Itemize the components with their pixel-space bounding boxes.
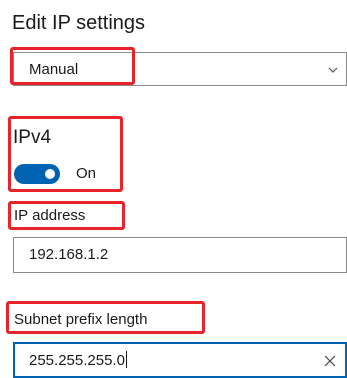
ipv4-section-title: IPv4 [13, 127, 52, 148]
subnet-prefix-value-wrap: 255.255.255.0 [29, 351, 127, 370]
chevron-down-icon [328, 67, 338, 73]
subnet-prefix-label: Subnet prefix length [14, 311, 148, 328]
subnet-prefix-value: 255.255.255.0 [29, 352, 125, 369]
ip-address-field[interactable]: 192.168.1.2 [13, 237, 347, 273]
ipv4-toggle-state: On [76, 165, 97, 182]
close-icon[interactable] [321, 352, 339, 370]
subnet-prefix-field[interactable]: 255.255.255.0 [13, 342, 347, 378]
ip-assignment-select[interactable]: Manual [13, 52, 347, 86]
ipv4-toggle[interactable] [14, 164, 60, 184]
ip-address-label: IP address [14, 207, 86, 224]
ip-address-value: 192.168.1.2 [29, 246, 109, 263]
ip-assignment-value: Manual [29, 61, 79, 78]
toggle-knob [45, 169, 55, 179]
page-title: Edit IP settings [12, 12, 146, 34]
text-caret [125, 351, 127, 368]
